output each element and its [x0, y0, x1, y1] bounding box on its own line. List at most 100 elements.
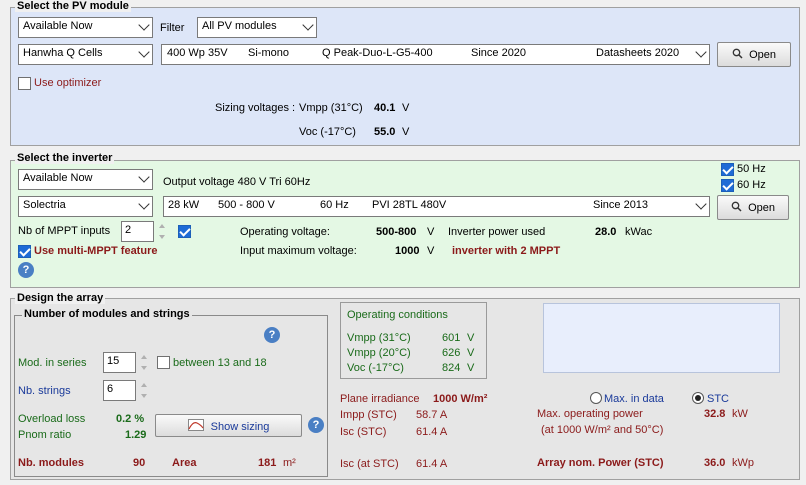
inverter-power-used-label: Inverter power used	[448, 226, 546, 238]
sizing-help-icon[interactable]: ?	[308, 417, 324, 433]
array-title: Design the array	[15, 292, 106, 304]
chevron-down-icon	[695, 198, 707, 210]
op-voltage-value: 500-800	[376, 226, 417, 238]
mod-series-label: Mod. in series	[18, 357, 87, 369]
module-open-button[interactable]: Open	[717, 42, 791, 67]
max-power-value: 32.8	[704, 408, 726, 420]
inverter-since: Since 2013	[593, 199, 649, 211]
nom-power-label: Array nom. Power (STC)	[537, 457, 664, 469]
chevron-down-icon	[695, 46, 707, 58]
module-availability-select[interactable]: Available Now	[18, 17, 153, 38]
input-max-voltage-unit: V	[427, 245, 435, 257]
cond-row-unit: V	[467, 362, 475, 374]
inverter-manufacturer-value: Solectria	[23, 199, 66, 211]
mod-series-spinner[interactable]	[139, 352, 149, 373]
isc-at-stc-value: 61.4 A	[416, 458, 448, 470]
mppt-inputs-field[interactable]: 2	[121, 221, 154, 242]
cond-row-unit: V	[467, 332, 475, 344]
area-unit: m²	[283, 457, 296, 469]
sizing-voltages-label: Sizing voltages :	[215, 102, 296, 114]
inverter-power: 28 kW	[168, 199, 200, 211]
module-model-select[interactable]: 400 Wp 35V Si-mono Q Peak-Duo-L-G5-400 S…	[161, 44, 710, 65]
module-vmpp-label: Vmpp (31°C)	[299, 102, 363, 114]
plane-irradiance-value: 1000 W/m²	[433, 393, 488, 405]
freq-50hz-label: 50 Hz	[737, 163, 766, 175]
inverter-manufacturer-select[interactable]: Solectria	[18, 196, 153, 217]
between-checkbox[interactable]	[157, 356, 170, 369]
input-max-voltage-label: Input maximum voltage:	[240, 245, 357, 257]
cond-row-label: Vmpp (20°C)	[347, 347, 411, 359]
impp-label: Impp (STC)	[340, 409, 397, 421]
max-in-data-label: Max. in data	[604, 393, 664, 405]
inverter-model: PVI 28TL 480V	[372, 199, 447, 211]
module-manufacturer-select[interactable]: Hanwha Q Cells	[18, 44, 153, 65]
nb-strings-spinner[interactable]	[139, 380, 149, 401]
inverter-open-button[interactable]: Open	[717, 195, 789, 220]
nb-modules-label: Nb. modules	[18, 457, 85, 469]
area-label: Area	[172, 457, 197, 469]
freq-60hz-label: 60 Hz	[737, 179, 766, 191]
mod-series-value: 15	[107, 355, 120, 367]
overload-loss-label: Overload loss	[18, 413, 86, 425]
cond-row-label: Vmpp (31°C)	[347, 332, 411, 344]
nb-strings-field[interactable]: 6	[103, 380, 136, 401]
mppt-inputs-value: 2	[125, 224, 132, 236]
isc-at-stc-label: Isc (at STC)	[340, 458, 399, 470]
impp-value: 58.7 A	[416, 409, 448, 421]
module-manufacturer-value: Hanwha Q Cells	[23, 47, 103, 59]
output-voltage-label: Output voltage 480 V Tri 60Hz	[163, 176, 311, 188]
inverter-freq: 60 Hz	[320, 199, 349, 211]
cond-row-unit: V	[467, 347, 475, 359]
module-filter-value: All PV modules	[202, 20, 277, 32]
filter-label: Filter	[160, 22, 185, 34]
inverter-help-icon[interactable]: ?	[18, 262, 34, 278]
mod-series-field[interactable]: 15	[103, 352, 136, 373]
module-open-label: Open	[749, 49, 776, 61]
mppt-inputs-spinner[interactable]	[157, 221, 167, 242]
chevron-down-icon	[138, 19, 150, 31]
chevron-down-icon	[138, 171, 150, 183]
inverter-open-label: Open	[748, 202, 775, 214]
chevron-down-icon	[302, 19, 314, 31]
module-since: Since 2020	[471, 47, 527, 59]
between-label: between 13 and 18	[173, 357, 267, 369]
array-preview-box	[543, 303, 780, 373]
freq-60hz-checkbox[interactable]	[721, 179, 734, 192]
module-availability-value: Available Now	[23, 20, 93, 32]
nb-strings-value: 6	[107, 383, 114, 395]
module-power: 400 Wp 35V	[167, 47, 228, 59]
nom-power-unit: kWp	[732, 457, 754, 469]
module-filter-select[interactable]: All PV modules	[197, 17, 317, 38]
magnifier-icon	[732, 48, 746, 61]
inverter-power-used-unit: kWac	[625, 226, 653, 238]
inverter-model-select[interactable]: 28 kW 500 - 800 V 60 Hz PVI 28TL 480V Si…	[163, 196, 710, 217]
inverter-power-used-value: 28.0	[595, 226, 617, 238]
area-value: 181	[258, 457, 277, 469]
max-power-label: Max. operating power	[537, 408, 643, 420]
inverter-availability-select[interactable]: Available Now	[18, 169, 153, 190]
strings-help-icon[interactable]: ?	[264, 327, 280, 343]
stc-radio[interactable]	[692, 392, 704, 404]
plane-irradiance-label: Plane irradiance	[340, 393, 420, 405]
use-optimizer-checkbox[interactable]	[18, 77, 31, 90]
nom-power-value: 36.0	[704, 457, 726, 469]
module-voc-value: 55.0	[374, 126, 396, 138]
module-voc-unit: V	[402, 126, 410, 138]
pnom-ratio-value: 1.29	[125, 429, 147, 441]
freq-50hz-checkbox[interactable]	[721, 163, 734, 176]
module-tech: Si-mono	[248, 47, 289, 59]
max-in-data-radio[interactable]	[590, 392, 602, 404]
inverter-availability-value: Available Now	[23, 172, 93, 184]
show-sizing-button[interactable]: Show sizing	[155, 414, 302, 437]
magnifier-icon	[731, 201, 745, 214]
inverter-title: Select the inverter	[15, 152, 115, 164]
max-power-unit: kW	[732, 408, 748, 420]
overload-loss-value: 0.2 %	[116, 413, 145, 425]
multi-mppt-checkbox[interactable]	[18, 245, 31, 258]
isc-label: Isc (STC)	[340, 426, 387, 438]
cond-row-value: 824	[442, 362, 461, 374]
show-sizing-label: Show sizing	[210, 421, 270, 433]
module-vmpp-value: 40.1	[374, 102, 396, 114]
mppt-extra-checkbox[interactable]	[178, 225, 191, 238]
cond-row-value: 601	[442, 332, 461, 344]
